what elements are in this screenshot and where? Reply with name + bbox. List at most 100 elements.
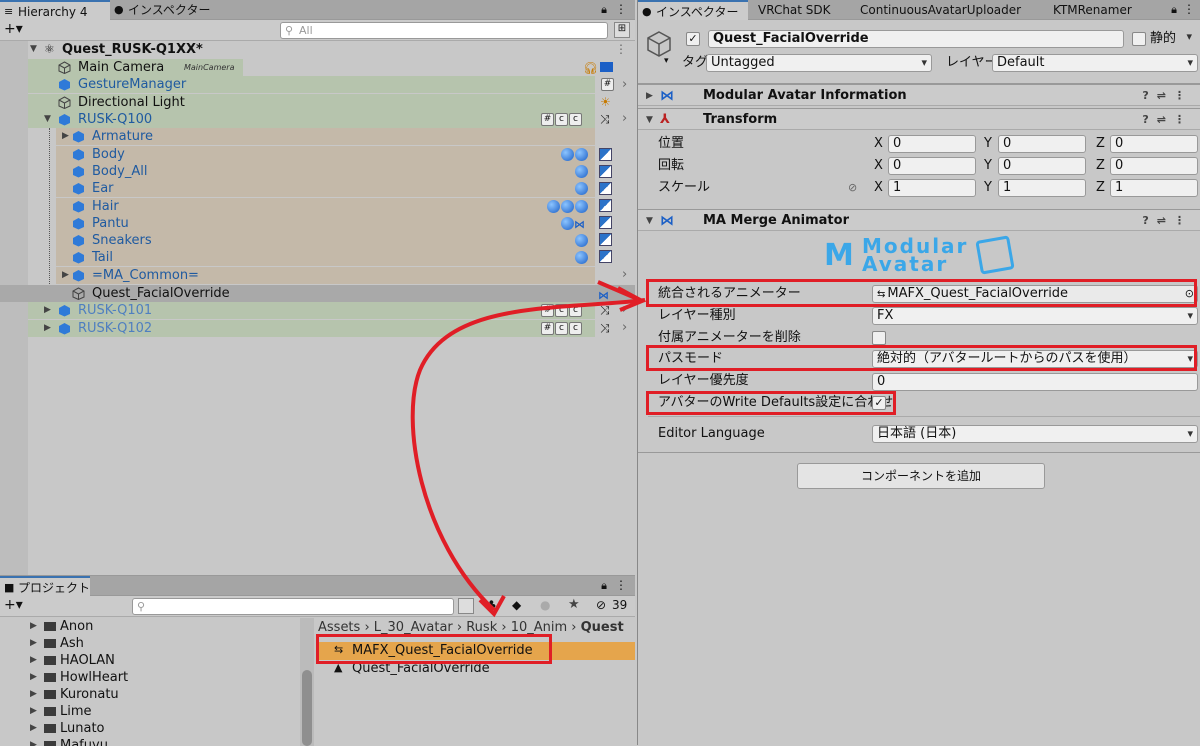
project-search-input[interactable]: ⚲ [132,598,454,615]
component-header-transform[interactable]: ▼ ⅄ Transform ?⇌⋮ [638,108,1200,130]
tab-inspector-left[interactable]: ● インスペクター [110,0,230,20]
chevron-right-icon[interactable]: › [622,267,627,282]
object-name-field[interactable]: Quest_FacialOverride [708,30,1124,48]
folder-item[interactable]: ▶ Anon [0,618,300,635]
folder-item[interactable]: ▶ HowlHeart [0,669,300,686]
folder-item[interactable]: ▶ Kuronatu [0,686,300,703]
more-menu-icon[interactable]: ⋮ [615,2,627,16]
breadcrumb-item[interactable]: Quest [581,620,624,635]
chevron-right-icon[interactable]: › [622,77,627,92]
hierarchy-row-ma-common[interactable]: ▶ =MA_Common= [56,267,595,284]
editor-language-dropdown[interactable]: 日本語 (日本) [872,425,1198,443]
foldout-icon[interactable]: ▼ [646,210,653,232]
tab-project[interactable]: ■ プロジェクト [0,576,90,596]
chevron-down-icon[interactable]: ▾ [664,56,669,66]
static-checkbox[interactable] [1132,32,1146,46]
chevron-right-icon[interactable]: › [622,320,627,335]
tab-continuous-uploader[interactable]: ContinuousAvatarUploader [850,0,1040,20]
hierarchy-row-directional-light[interactable]: Directional Light [28,94,595,111]
expand-arrow-icon[interactable]: ▶ [44,302,51,319]
scale-x-field[interactable]: 1 [888,179,976,197]
hierarchy-row-body[interactable]: Body [56,146,595,163]
component-header-icons[interactable]: ?⇌⋮ [1142,109,1193,131]
more-menu-icon[interactable]: ⋮ [615,41,627,58]
hierarchy-row-rusk-q102[interactable]: ▶ RUSK-Q102 [28,320,595,337]
position-z-field[interactable]: 0 [1110,135,1198,153]
search-filter-icon[interactable] [458,598,474,614]
hierarchy-row-gesture-manager[interactable]: GestureManager [28,76,595,93]
lock-icon[interactable]: 🔒︎ [1171,3,1177,17]
hierarchy-row-rusk-q100[interactable]: ▼ RUSK-Q100 [28,111,595,128]
position-y-field[interactable]: 0 [998,135,1086,153]
hierarchy-search-input[interactable]: ⚲ All [280,22,608,39]
expand-arrow-icon[interactable]: ▶ [62,267,69,284]
component-header-icons[interactable]: ?⇌⋮ [1142,85,1193,107]
expand-arrow-icon[interactable]: ▼ [44,111,51,128]
tab-vrchat-sdk[interactable]: VRChat SDK [748,0,846,20]
layer-priority-field[interactable]: 0 [872,373,1198,391]
breadcrumb-item[interactable]: Assets [318,620,360,635]
active-checkbox[interactable]: ✓ [686,32,700,46]
rotation-y-field[interactable]: 0 [998,157,1086,175]
camera-icon [600,62,613,72]
hierarchy-row-quest-facial-override[interactable]: Quest_FacialOverride ⋈ [0,285,635,302]
log-icon[interactable]: ● [540,598,550,612]
breadcrumb-item[interactable]: 10_Anim [511,620,567,635]
scale-z-field[interactable]: 1 [1110,179,1198,197]
hierarchy-row-armature[interactable]: ▶ Armature [56,128,595,145]
hierarchy-row-main-camera[interactable]: Main Camera MainCamera [28,59,243,76]
folder-item[interactable]: ▶ Lime [0,703,300,720]
folder-item[interactable]: ▶ Lunato [0,720,300,737]
hierarchy-row-hair[interactable]: Hair [56,198,595,215]
breadcrumb-item[interactable]: L_30_Avatar [374,620,453,635]
delete-attached-checkbox[interactable] [872,331,886,345]
foldout-icon[interactable]: ▼ [646,109,653,131]
expand-arrow-icon[interactable]: ▶ [62,128,69,145]
scene-visibility-icon[interactable]: ⊞ [614,22,630,38]
more-menu-icon[interactable]: ⋮ [615,578,627,592]
add-icon[interactable]: +▾ [4,597,23,613]
lock-icon[interactable]: 🔒︎ [601,3,607,17]
script-icon: # [541,322,554,335]
tab-ktm-renamer[interactable]: KTMRenamer [1043,0,1153,20]
hierarchy-row-body-all[interactable]: Body_All [56,163,595,180]
layer-dropdown[interactable]: Default [992,54,1198,72]
component-header-ma-merge-animator[interactable]: ▼ ⋈ MA Merge Animator ?⇌⋮ [638,209,1200,231]
hierarchy-row-pantu[interactable]: Pantu [56,215,595,232]
favorite-icon[interactable]: ★ [568,597,580,612]
scene-root-row[interactable]: ▼ ⚛ Quest_RUSK-Q1XX* ⋮ [0,41,635,58]
rotation-x-field[interactable]: 0 [888,157,976,175]
scale-y-field[interactable]: 1 [998,179,1086,197]
label-icon[interactable]: ◆ [512,598,521,612]
tab-inspector[interactable]: ● インスペクター [638,0,748,20]
link-icon[interactable]: ⊘ [848,181,857,194]
tag-dropdown[interactable]: Untagged [706,54,932,72]
layer-type-dropdown[interactable]: FX [872,307,1198,325]
tab-hierarchy[interactable]: ≡ Hierarchy 4 [0,0,110,20]
hierarchy-row-sneakers[interactable]: Sneakers [56,232,595,249]
hidden-icon[interactable]: ⊘ [596,598,606,612]
more-menu-icon[interactable]: ⋮ [1183,2,1195,16]
hierarchy-row-rusk-q101[interactable]: ▶ RUSK-Q101 [28,302,595,319]
folder-item[interactable]: ▶ Ash [0,635,300,652]
chevron-right-icon[interactable]: › [622,111,627,126]
expand-arrow-icon[interactable]: ▶ [44,320,51,337]
breadcrumb-item[interactable]: Rusk [466,620,497,635]
hierarchy-row-ear[interactable]: Ear [56,180,595,197]
folder-item[interactable]: ▶ HAOLAN [0,652,300,669]
folder-tree-scrollbar[interactable] [300,618,314,746]
add-icon[interactable]: +▾ [4,21,23,37]
chevron-right-icon[interactable]: › [622,302,627,317]
hierarchy-row-tail[interactable]: Tail [56,249,595,266]
rotation-z-field[interactable]: 0 [1110,157,1198,175]
lock-icon[interactable]: 🔒︎ [601,579,607,593]
component-header-icons[interactable]: ?⇌⋮ [1142,210,1193,232]
scrollbar-thumb[interactable] [302,670,312,746]
foldout-icon[interactable]: ▶ [646,85,653,107]
add-component-button[interactable]: コンポーネントを追加 [797,463,1045,489]
position-x-field[interactable]: 0 [888,135,976,153]
filter-type-icon[interactable]: ♣ [486,598,497,612]
static-dropdown[interactable] [1178,30,1196,48]
component-header-ma-information[interactable]: ▶ ⋈ Modular Avatar Information ?⇌⋮ [638,84,1200,106]
expand-arrow-icon[interactable]: ▼ [30,41,37,58]
